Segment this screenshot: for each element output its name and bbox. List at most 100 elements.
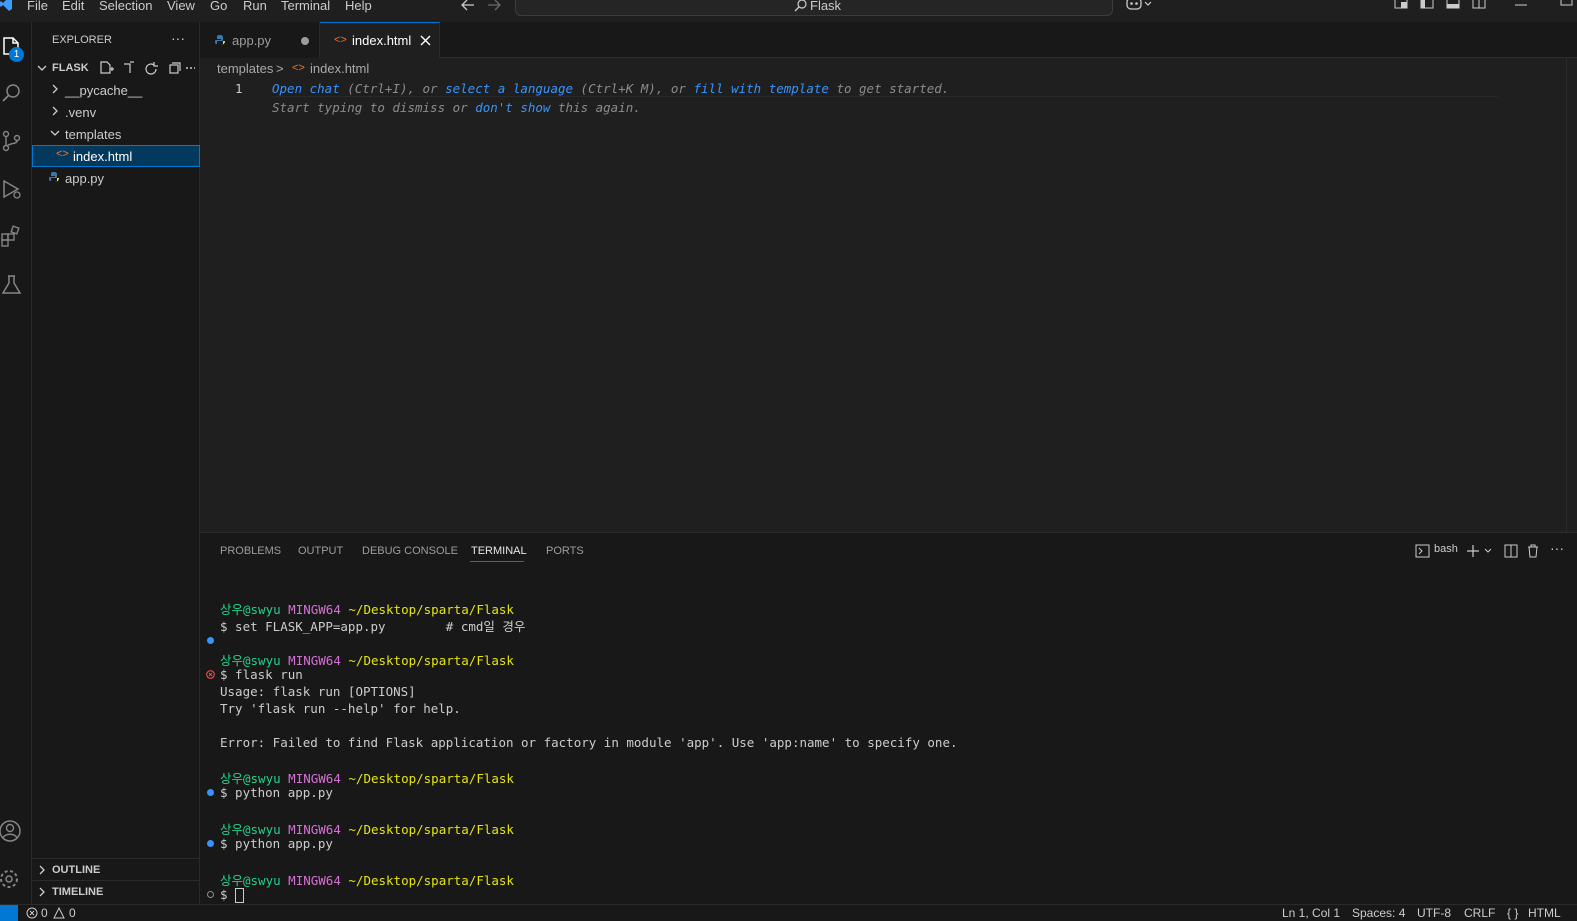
menu-file[interactable]: File <box>27 0 48 13</box>
hint-text: Start typing to dismiss or <box>272 100 476 115</box>
prompt-host: MINGW64 <box>288 602 341 617</box>
panel-tab-ports[interactable]: PORTS <box>546 545 584 557</box>
tree-item-pycache[interactable]: __pycache__ <box>65 83 142 98</box>
breadcrumb-file[interactable]: index.html <box>310 61 369 76</box>
prompt-user: 상우@swyu <box>220 602 281 617</box>
remote-indicator-icon[interactable] <box>0 905 18 921</box>
menu-edit[interactable]: Edit <box>62 0 84 13</box>
terminal-icon <box>1415 544 1430 558</box>
open-chat-link[interactable]: Open chat <box>272 81 340 96</box>
maximize-icon[interactable] <box>1560 0 1574 7</box>
prompt-path: ~/Desktop/sparta/Flask <box>348 873 514 888</box>
language-mode[interactable]: HTML <box>1528 906 1561 920</box>
fill-template-link[interactable]: fill with template <box>693 81 828 96</box>
panel-tab-terminal[interactable]: TERMINAL <box>471 545 527 557</box>
extensions-icon[interactable] <box>0 225 24 249</box>
vscode-logo-icon <box>0 0 12 11</box>
hint-text: (Ctrl+K M), or <box>573 81 694 96</box>
tree-item-index-html[interactable]: index.html <box>73 149 132 164</box>
menu-go[interactable]: Go <box>210 0 227 13</box>
forward-arrow-icon[interactable] <box>486 0 502 12</box>
menu-selection[interactable]: Selection <box>99 0 152 13</box>
hint-text: this again. <box>550 100 641 115</box>
terminal-command: $ flask run <box>220 667 303 682</box>
line-number: 1 <box>235 81 243 96</box>
bottom-panel: PROBLEMS OUTPUT DEBUG CONSOLE TERMINAL P… <box>200 532 1577 904</box>
panel-more-button[interactable]: ··· <box>1550 540 1564 556</box>
tab-index-html[interactable]: <> index.html <box>320 22 440 58</box>
command-error-icon[interactable] <box>206 670 215 679</box>
testing-flask-icon[interactable] <box>0 273 24 297</box>
chevron-down-icon[interactable] <box>37 63 47 73</box>
prompt-path: ~/Desktop/sparta/Flask <box>348 771 514 786</box>
tab-app-py[interactable]: app.py <box>200 22 320 58</box>
menu-run[interactable]: Run <box>243 0 267 13</box>
outline-section[interactable]: OUTLINE <box>52 864 100 876</box>
copilot-icon[interactable] <box>1126 0 1154 11</box>
error-icon <box>26 907 38 919</box>
warning-count[interactable]: 0 <box>69 906 76 920</box>
run-debug-icon[interactable] <box>0 177 24 201</box>
editor-area[interactable]: templates > <> index.html 1 Open chat (C… <box>200 58 1577 532</box>
terminal-cursor <box>235 888 245 903</box>
search-icon[interactable] <box>0 81 24 105</box>
prompt-path: ~/Desktop/sparta/Flask <box>348 653 514 668</box>
workspace-root-label[interactable]: FLASK <box>52 62 89 74</box>
menu-help[interactable]: Help <box>345 0 372 13</box>
explorer-toolbar-icons[interactable] <box>99 60 195 75</box>
trash-icon[interactable] <box>1527 544 1539 558</box>
tree-item-templates[interactable]: templates <box>65 127 121 142</box>
terminal-input-line[interactable]: $ <box>220 887 245 903</box>
panel-tab-output[interactable]: OUTPUT <box>298 545 343 557</box>
menu-view[interactable]: View <box>167 0 195 13</box>
tree-item-venv[interactable]: .venv <box>65 105 96 120</box>
end-of-line[interactable]: CRLF <box>1464 906 1495 920</box>
editor-tabs: app.py <> index.html <box>200 22 1577 58</box>
dont-show-link[interactable]: don't show <box>475 100 550 115</box>
command-decoration-icon[interactable] <box>207 789 214 796</box>
chevron-right-icon[interactable] <box>50 106 60 116</box>
breadcrumb-folder[interactable]: templates <box>217 61 273 76</box>
close-icon[interactable] <box>420 35 431 46</box>
timeline-section[interactable]: TIMELINE <box>52 886 103 898</box>
panel-tab-problems[interactable]: PROBLEMS <box>220 545 281 557</box>
chevron-right-icon[interactable] <box>50 84 60 94</box>
chevron-right-icon[interactable] <box>37 865 47 875</box>
indentation[interactable]: Spaces: 4 <box>1352 906 1405 920</box>
account-icon[interactable] <box>0 819 24 843</box>
encoding[interactable]: UTF-8 <box>1417 906 1451 920</box>
terminal-shell-label[interactable]: bash <box>1434 543 1458 555</box>
settings-gear-icon[interactable] <box>0 867 24 891</box>
unsaved-dot-icon[interactable] <box>301 37 309 45</box>
cursor-position[interactable]: Ln 1, Col 1 <box>1282 906 1340 920</box>
error-count[interactable]: 0 <box>41 906 48 920</box>
select-language-link[interactable]: select a language <box>445 81 573 96</box>
title-bar: File Edit Selection View Go Run Terminal… <box>0 0 1577 22</box>
warning-icon <box>53 907 65 919</box>
breadcrumb-separator: > <box>276 61 284 76</box>
split-terminal-icon[interactable] <box>1504 544 1518 558</box>
command-decoration-icon[interactable] <box>207 891 214 898</box>
new-terminal-icon[interactable] <box>1466 544 1494 558</box>
back-arrow-icon[interactable] <box>460 0 476 12</box>
prompt-user: 상우@swyu <box>220 653 281 668</box>
divider <box>32 858 200 859</box>
tree-item-app-py[interactable]: app.py <box>65 171 104 186</box>
current-line-highlight <box>272 96 1498 97</box>
html-file-icon: <> <box>56 148 69 160</box>
command-decoration-icon[interactable] <box>207 637 214 644</box>
editor-hint-line-1: Open chat (Ctrl+I), or select a language… <box>272 81 949 96</box>
prompt-user: 상우@swyu <box>220 771 281 786</box>
active-tab-underline <box>470 561 524 562</box>
explorer-more-button[interactable]: ··· <box>171 30 185 46</box>
command-decoration-icon[interactable] <box>207 840 214 847</box>
chevron-right-icon[interactable] <box>37 887 47 897</box>
layout-controls-icon[interactable] <box>1394 0 1490 10</box>
menu-terminal[interactable]: Terminal <box>281 0 330 13</box>
editor-scrollbar[interactable] <box>1566 58 1577 532</box>
prompt-path: ~/Desktop/sparta/Flask <box>348 602 514 617</box>
chevron-down-icon[interactable] <box>50 128 60 138</box>
source-control-icon[interactable] <box>0 129 24 153</box>
minimize-icon[interactable] <box>1514 0 1528 10</box>
panel-tab-debug-console[interactable]: DEBUG CONSOLE <box>362 545 458 557</box>
